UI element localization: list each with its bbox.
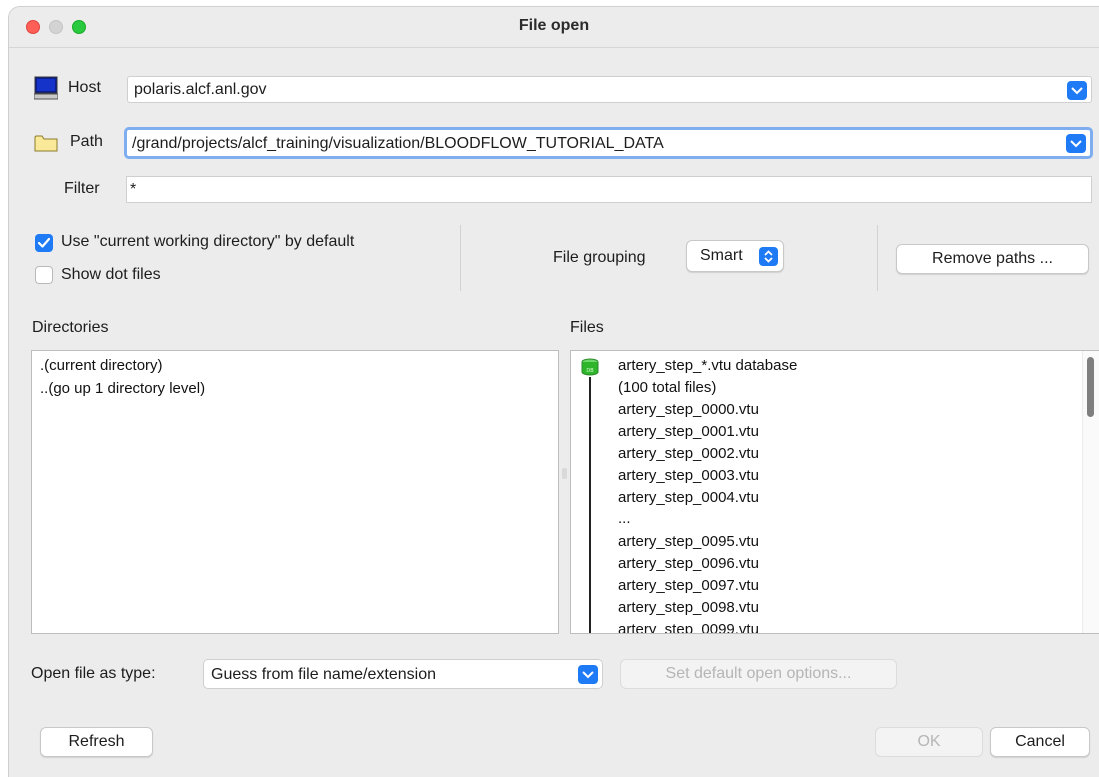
checkmark-icon [37, 237, 51, 248]
host-combobox[interactable]: polaris.alcf.anl.gov [127, 76, 1092, 103]
file-group-title[interactable]: artery_step_*.vtu database [618, 357, 797, 374]
filter-input[interactable]: * [126, 176, 1092, 203]
chevron-down-icon[interactable] [578, 665, 598, 684]
file-group-count: (100 total files) [618, 379, 717, 396]
filter-value: * [130, 181, 137, 198]
path-value[interactable]: /grand/projects/alcf_training/visualizat… [132, 135, 664, 153]
file-item[interactable]: artery_step_0096.vtu [618, 555, 759, 572]
set-default-open-options-button[interactable]: Set default open options... [620, 659, 897, 689]
files-scrollbar[interactable] [1082, 351, 1099, 633]
file-item[interactable]: artery_step_0099.vtu [618, 621, 759, 633]
scrollbar-thumb[interactable] [1087, 357, 1094, 417]
show-dot-files-label[interactable]: Show dot files [61, 266, 161, 284]
host-label: Host [68, 79, 101, 96]
file-item[interactable]: artery_step_0095.vtu [618, 533, 759, 550]
files-list[interactable]: DB artery_step_*.vtu database (100 total… [570, 350, 1099, 634]
use-cwd-checkbox[interactable] [35, 234, 53, 252]
path-label: Path [70, 133, 103, 150]
file-grouping-label: File grouping [553, 249, 646, 266]
host-value: polaris.alcf.anl.gov [134, 81, 267, 98]
window-title: File open [518, 17, 590, 34]
ok-button[interactable]: OK [875, 727, 983, 757]
divider [460, 225, 461, 291]
chevron-down-icon[interactable] [1067, 81, 1087, 100]
directories-list[interactable]: .(current directory) ..(go up 1 director… [31, 350, 559, 634]
directories-header: Directories [32, 319, 109, 336]
file-item[interactable]: artery_step_0097.vtu [618, 577, 759, 594]
file-item[interactable]: artery_step_0004.vtu [618, 489, 759, 506]
filter-label: Filter [64, 180, 100, 197]
folder-icon [34, 133, 58, 158]
file-item-ellipsis: ... [618, 510, 631, 527]
open-as-value: Guess from file name/extension [211, 666, 436, 683]
file-item[interactable]: artery_step_0001.vtu [618, 423, 759, 440]
chevron-down-icon[interactable] [1066, 134, 1086, 153]
file-item[interactable]: artery_step_0003.vtu [618, 467, 759, 484]
path-combobox[interactable]: /grand/projects/alcf_training/visualizat… [124, 127, 1093, 159]
splitter-handle[interactable] [562, 468, 567, 479]
divider [877, 225, 878, 291]
use-cwd-label[interactable]: Use "current working directory" by defau… [61, 233, 354, 251]
file-grouping-select[interactable]: Smart [686, 240, 784, 272]
cancel-button[interactable]: Cancel [990, 727, 1090, 757]
remove-paths-button[interactable]: Remove paths ... [896, 244, 1089, 274]
title-bar: File open [9, 7, 1099, 48]
files-header: Files [570, 319, 604, 336]
monitor-icon [33, 76, 59, 105]
file-open-dialog: File open Host polaris.alcf.anl.gov Path… [8, 6, 1099, 777]
list-item[interactable]: ..(go up 1 directory level) [40, 380, 205, 397]
file-grouping-value: Smart [700, 247, 743, 264]
svg-text:DB: DB [586, 368, 594, 374]
file-item[interactable]: artery_step_0002.vtu [618, 445, 759, 462]
updown-chevron-icon [759, 247, 778, 266]
list-item[interactable]: .(current directory) [40, 357, 163, 374]
open-as-label: Open file as type: [31, 665, 156, 682]
file-item[interactable]: artery_step_0098.vtu [618, 599, 759, 616]
tree-line [589, 377, 591, 633]
show-dot-files-checkbox[interactable] [35, 266, 53, 284]
refresh-button[interactable]: Refresh [40, 727, 153, 757]
file-item[interactable]: artery_step_0000.vtu [618, 401, 759, 418]
open-as-select[interactable]: Guess from file name/extension [203, 659, 603, 689]
